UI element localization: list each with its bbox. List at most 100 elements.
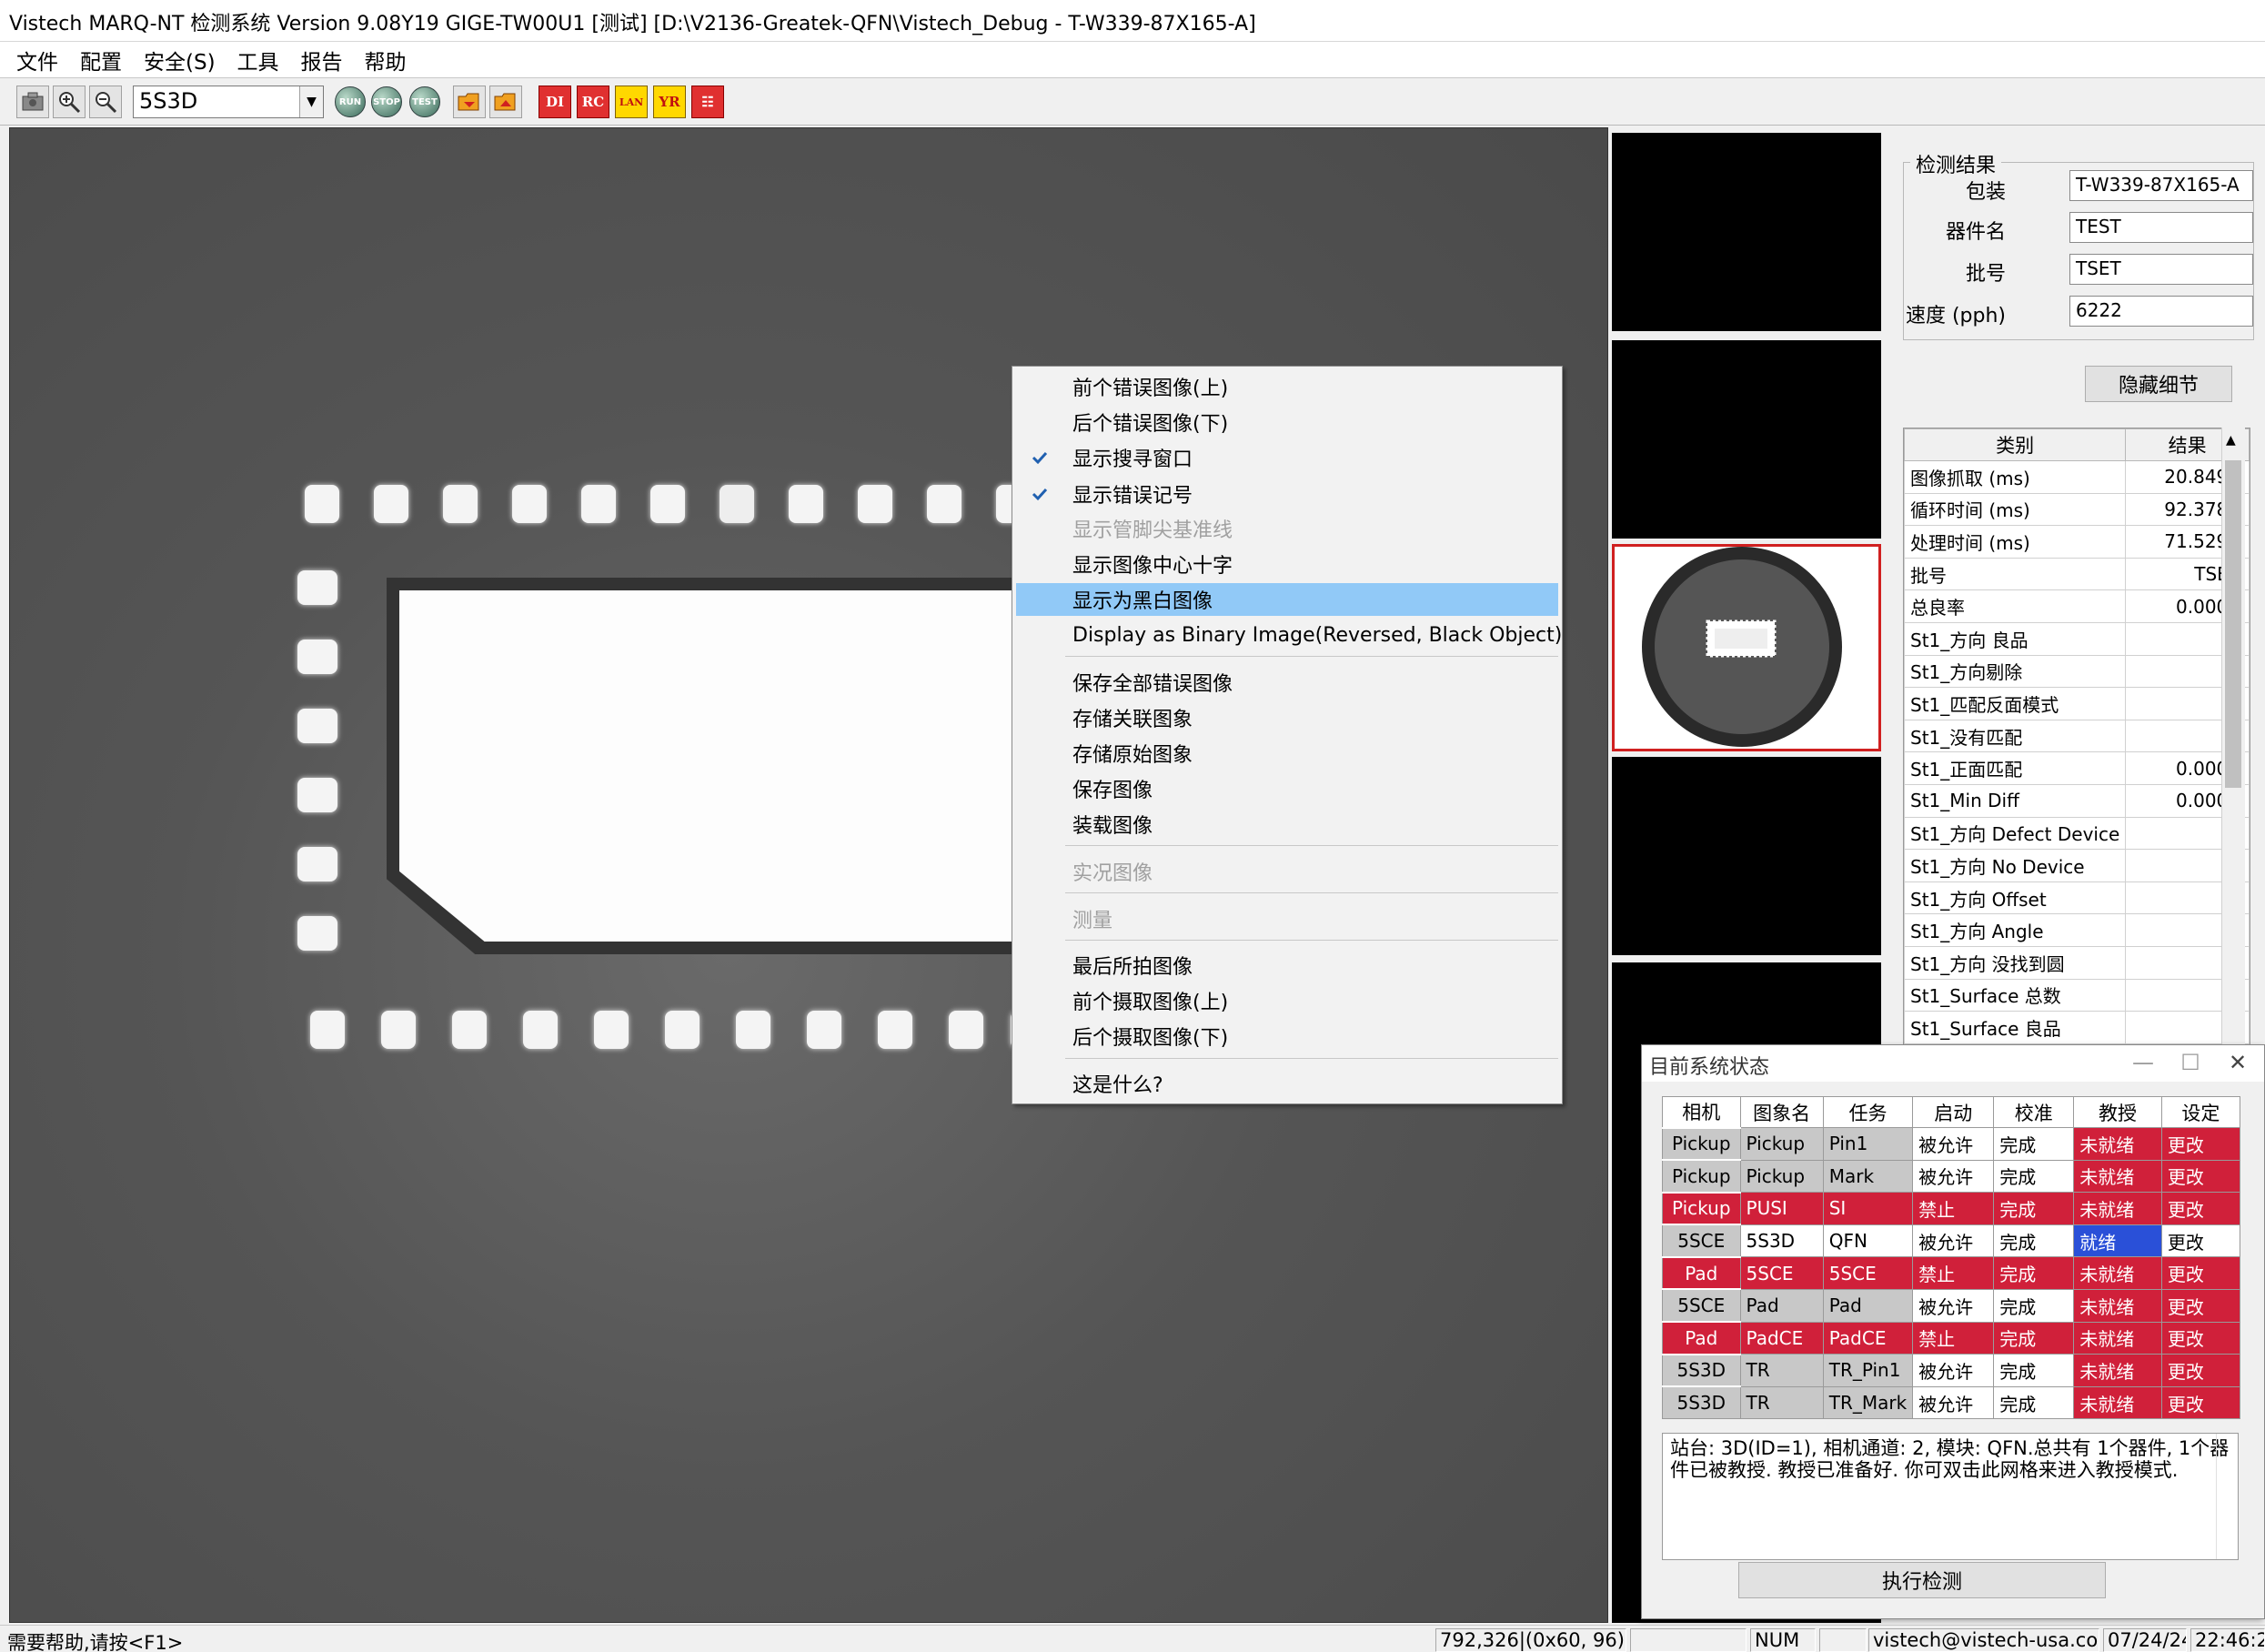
result-row[interactable]: St1_方向 没找到圆0 <box>1904 945 2250 980</box>
hide-details-button[interactable]: 隐藏细节 <box>2085 366 2232 402</box>
status-grid-header[interactable]: 相机 <box>1662 1096 1741 1128</box>
status-grid-row[interactable]: Pickup PUSI SI 禁止 完成 未就绪 更改 <box>1662 1191 2241 1225</box>
camera-cell[interactable]: Pad <box>1662 1255 1741 1290</box>
thumbnail-selected[interactable] <box>1612 544 1881 751</box>
chevron-down-icon[interactable]: ▼ <box>299 86 323 117</box>
folder-open-icon[interactable] <box>453 86 486 118</box>
context-menu-item[interactable]: 这是什么? <box>1016 1067 1558 1100</box>
status-grid[interactable]: 相机 图象名 任务 启动 校准 教授 设定 Pickup Pickup Pin1 被允许 完成 未就绪… <box>1662 1096 2241 1420</box>
maximize-icon[interactable]: ☐ <box>2177 1049 2204 1076</box>
menu-file[interactable]: 文件 <box>5 45 69 76</box>
status-grid-header[interactable]: 图象名 <box>1739 1096 1824 1128</box>
result-row[interactable]: 批号 TSET <box>1904 557 2250 591</box>
stop-icon[interactable]: STOP <box>371 86 402 117</box>
status-grid-row[interactable]: 5SCE 5S3D QFN 被允许 完成 就绪 更改 <box>1662 1224 2241 1258</box>
result-row[interactable]: St1_方向 Angle0 <box>1904 913 2250 947</box>
menu-config[interactable]: 配置 <box>69 45 133 76</box>
scrollbar-thumb[interactable] <box>2225 460 2241 788</box>
status-grid-cell[interactable]: 更改 <box>2160 1354 2241 1387</box>
status-grid-cell[interactable]: 更改 <box>2160 1159 2241 1194</box>
status-grid-header[interactable]: 教授 <box>2073 1096 2162 1128</box>
rc-icon[interactable]: RC <box>577 86 609 118</box>
status-grid-cell[interactable]: 更改 <box>2160 1192 2241 1225</box>
context-menu-item[interactable]: 显示搜寻窗口 <box>1016 441 1558 474</box>
status-grid-cell[interactable]: 更改 <box>2160 1321 2241 1355</box>
result-row[interactable]: St1_匹配反面模式0 <box>1904 687 2250 720</box>
status-grid-header[interactable]: 任务 <box>1822 1096 1914 1128</box>
menu-security[interactable]: 安全(S) <box>133 45 226 76</box>
result-row[interactable]: 总良率 0.0000 <box>1904 589 2250 623</box>
context-menu-item[interactable]: 存储原始图象 <box>1016 737 1558 770</box>
status-grid-row[interactable]: Pad 5SCE 5SCE 禁止 完成 未就绪 更改 <box>1662 1255 2241 1290</box>
thumbnail[interactable] <box>1612 757 1881 955</box>
message-scrollbar[interactable] <box>2216 1434 2238 1559</box>
run-inspection-button[interactable]: 执行检测 <box>1738 1562 2106 1598</box>
context-menu-item[interactable]: 保存图像 <box>1016 772 1558 805</box>
camera-cell[interactable]: Pickup <box>1662 1159 1741 1194</box>
results-scrollbar[interactable]: ▲ <box>2221 428 2245 1055</box>
result-row[interactable]: St1_方向 Offset0 <box>1904 881 2250 915</box>
result-row[interactable]: St1_方向 良品0 <box>1904 621 2250 656</box>
camera-cell[interactable]: 5SCE <box>1662 1288 1741 1323</box>
context-menu-item[interactable]: 显示为黑白图像 <box>1016 583 1558 616</box>
scroll-up-icon[interactable]: ▲ <box>2226 433 2236 448</box>
di-icon[interactable]: DI <box>539 86 571 118</box>
status-grid-cell[interactable]: 更改 <box>2160 1256 2241 1290</box>
context-menu-item[interactable]: 后个错误图像(下) <box>1016 406 1558 438</box>
result-row[interactable]: St1_Surface 良品0 <box>1904 1011 2250 1044</box>
context-menu-item[interactable]: Display as Binary Image(Reversed, Black … <box>1016 619 1562 651</box>
test-icon[interactable]: TEST <box>409 86 440 117</box>
result-row[interactable]: St1_正面匹配 0.0000 <box>1904 751 2250 785</box>
zoom-in-icon[interactable] <box>53 86 86 118</box>
menu-report[interactable]: 报告 <box>290 45 354 76</box>
status-grid-row[interactable]: Pickup Pickup Pin1 被允许 完成 未就绪 更改 <box>1662 1126 2241 1161</box>
status-grid-header[interactable]: 校准 <box>1993 1096 2075 1128</box>
result-row[interactable]: St1_方向 Defect Device0 <box>1904 816 2250 851</box>
status-grid-row[interactable]: 5SCE Pad Pad 被允许 完成 未就绪 更改 <box>1662 1288 2241 1323</box>
camera-cell[interactable]: 5S3D <box>1662 1353 1741 1387</box>
folder-save-icon[interactable] <box>489 86 522 118</box>
status-grid-cell[interactable]: 更改 <box>2160 1288 2241 1323</box>
status-grid-row[interactable]: Pad PadCE PadCE 禁止 完成 未就绪 更改 <box>1662 1321 2241 1355</box>
context-menu-item[interactable]: 存储关联图象 <box>1016 701 1558 734</box>
context-menu-item[interactable]: 装载图像 <box>1016 808 1558 841</box>
camera-cell[interactable]: Pad <box>1662 1321 1741 1355</box>
status-grid-cell[interactable]: 更改 <box>2160 1385 2241 1420</box>
close-icon[interactable]: ✕ <box>2224 1049 2251 1076</box>
context-menu-item[interactable]: 显示图像中心十字 <box>1016 548 1558 580</box>
result-row[interactable]: 循环时间 (ms) 92.3789 <box>1904 492 2250 527</box>
menu-tools[interactable]: 工具 <box>226 45 290 76</box>
status-grid-row[interactable]: 5S3D TR TR_Pin1 被允许 完成 未就绪 更改 <box>1662 1353 2241 1387</box>
result-row[interactable]: St1_方向 No Device0 <box>1904 849 2250 882</box>
camera-cell[interactable]: 5S3D <box>1662 1385 1741 1420</box>
status-grid-cell[interactable]: 更改 <box>2160 1127 2241 1161</box>
barcode-icon[interactable]: ☷ <box>691 86 724 118</box>
results-header-category[interactable]: 类别 <box>1904 428 2127 461</box>
camera-cell[interactable]: Pickup <box>1662 1191 1741 1225</box>
result-row[interactable]: St1_Surface 总数0 <box>1904 978 2250 1012</box>
result-row[interactable]: St1_Min Diff 0.0000 <box>1904 783 2250 818</box>
minimize-icon[interactable]: — <box>2129 1049 2157 1076</box>
camera-icon[interactable] <box>16 86 49 118</box>
yr-icon[interactable]: YR <box>653 86 686 118</box>
context-menu-item[interactable]: 显示错误记号 <box>1016 478 1558 510</box>
context-menu-item[interactable]: 保存全部错误图像 <box>1016 666 1558 699</box>
status-grid-row[interactable]: 5S3D TR TR_Mark 被允许 完成 未就绪 更改 <box>1662 1385 2241 1420</box>
result-row[interactable]: 处理时间 (ms) 71.5293 <box>1904 525 2250 559</box>
status-grid-cell[interactable]: 更改 <box>2160 1224 2241 1258</box>
status-grid-header[interactable]: 启动 <box>1912 1096 1995 1128</box>
result-row[interactable]: 图像抓取 (ms) 20.8496 <box>1904 460 2250 494</box>
result-row[interactable]: St1_没有匹配0 <box>1904 719 2250 753</box>
zoom-out-icon[interactable] <box>89 86 122 118</box>
recipe-select[interactable]: 5S3D ▼ <box>133 86 324 118</box>
result-row[interactable]: St1_方向剔除0 <box>1904 654 2250 689</box>
context-menu-item[interactable]: 最后所拍图像 <box>1016 949 1558 982</box>
context-menu-item[interactable]: 前个错误图像(上) <box>1016 370 1558 403</box>
menu-help[interactable]: 帮助 <box>354 45 418 76</box>
status-grid-row[interactable]: Pickup Pickup Mark 被允许 完成 未就绪 更改 <box>1662 1159 2241 1194</box>
context-menu-item[interactable]: 前个摄取图像(上) <box>1016 984 1558 1017</box>
thumbnail[interactable] <box>1612 340 1881 539</box>
run-icon[interactable]: RUN <box>335 86 366 117</box>
context-menu-item[interactable]: 后个摄取图像(下) <box>1016 1020 1558 1053</box>
camera-cell[interactable]: Pickup <box>1662 1126 1741 1161</box>
